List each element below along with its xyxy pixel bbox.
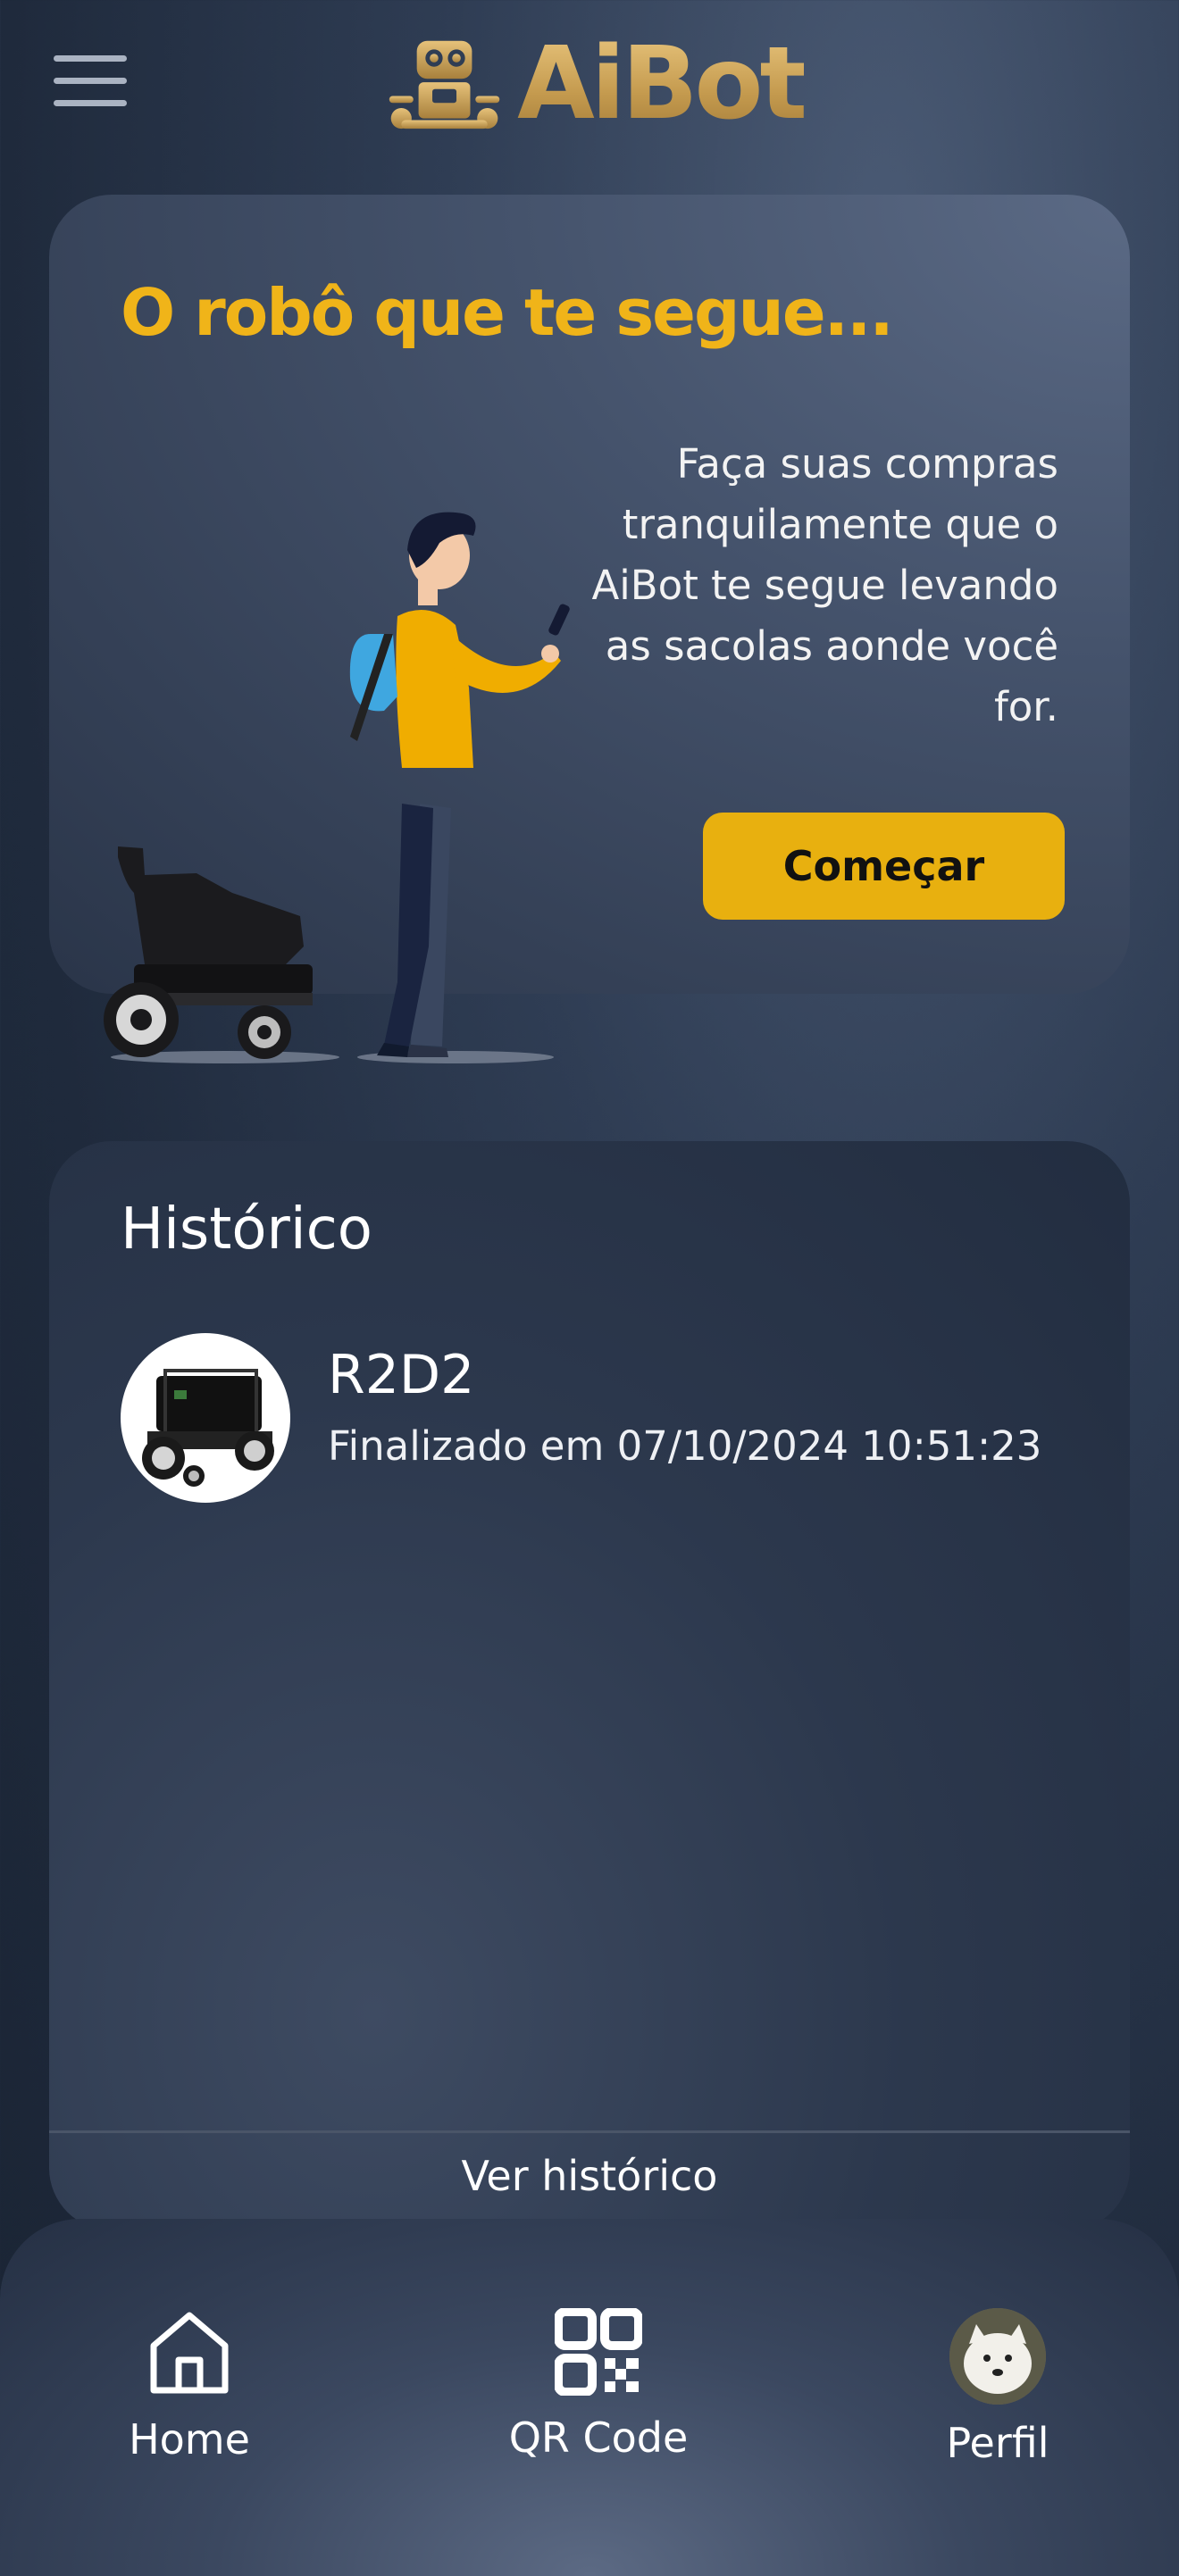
- nav-profile[interactable]: Perfil: [882, 2308, 1114, 2467]
- avatar: [949, 2308, 1046, 2405]
- app-name: AiBot: [517, 26, 807, 142]
- robot-cart-icon: [104, 846, 313, 1059]
- history-card: Histórico R2D2 Finalizado em 07/10/2024 …: [49, 1141, 1130, 2230]
- hero-description: Faça suas compras tranquilamente que o A…: [591, 440, 1059, 730]
- view-history-link[interactable]: Ver histórico: [49, 2152, 1130, 2200]
- history-list-item[interactable]: R2D2 Finalizado em 07/10/2024 10:51:23: [121, 1333, 1058, 1507]
- nav-qr-label: QR Code: [508, 2413, 689, 2462]
- menu-line: [54, 55, 127, 62]
- divider: [49, 2130, 1130, 2133]
- hamburger-menu-icon[interactable]: [54, 55, 127, 113]
- nav-profile-label: Perfil: [946, 2419, 1049, 2467]
- menu-line: [54, 78, 127, 84]
- bottom-navigation: Home QR Code Perfil: [0, 2219, 1179, 2576]
- nav-home[interactable]: Home: [73, 2308, 305, 2463]
- robot-logo-icon: [389, 40, 500, 129]
- home-icon: [150, 2312, 229, 2394]
- hero-title: O robô que te segue...: [121, 275, 894, 350]
- person-with-robot-illustration: [104, 512, 570, 1063]
- menu-line: [54, 100, 127, 106]
- app-logo: AiBot: [384, 26, 807, 142]
- qr-code-icon: [554, 2307, 643, 2397]
- history-item-status: Finalizado em 07/10/2024 10:51:23: [328, 1422, 1042, 1470]
- history-item-name: R2D2: [328, 1344, 475, 1406]
- person-figure: [349, 512, 570, 1057]
- robot-cart-thumbnail: [121, 1333, 290, 1503]
- nav-home-label: Home: [129, 2415, 250, 2463]
- history-title: Histórico: [121, 1196, 372, 1263]
- start-button[interactable]: Começar: [703, 813, 1065, 920]
- nav-qr-code[interactable]: QR Code: [482, 2307, 715, 2462]
